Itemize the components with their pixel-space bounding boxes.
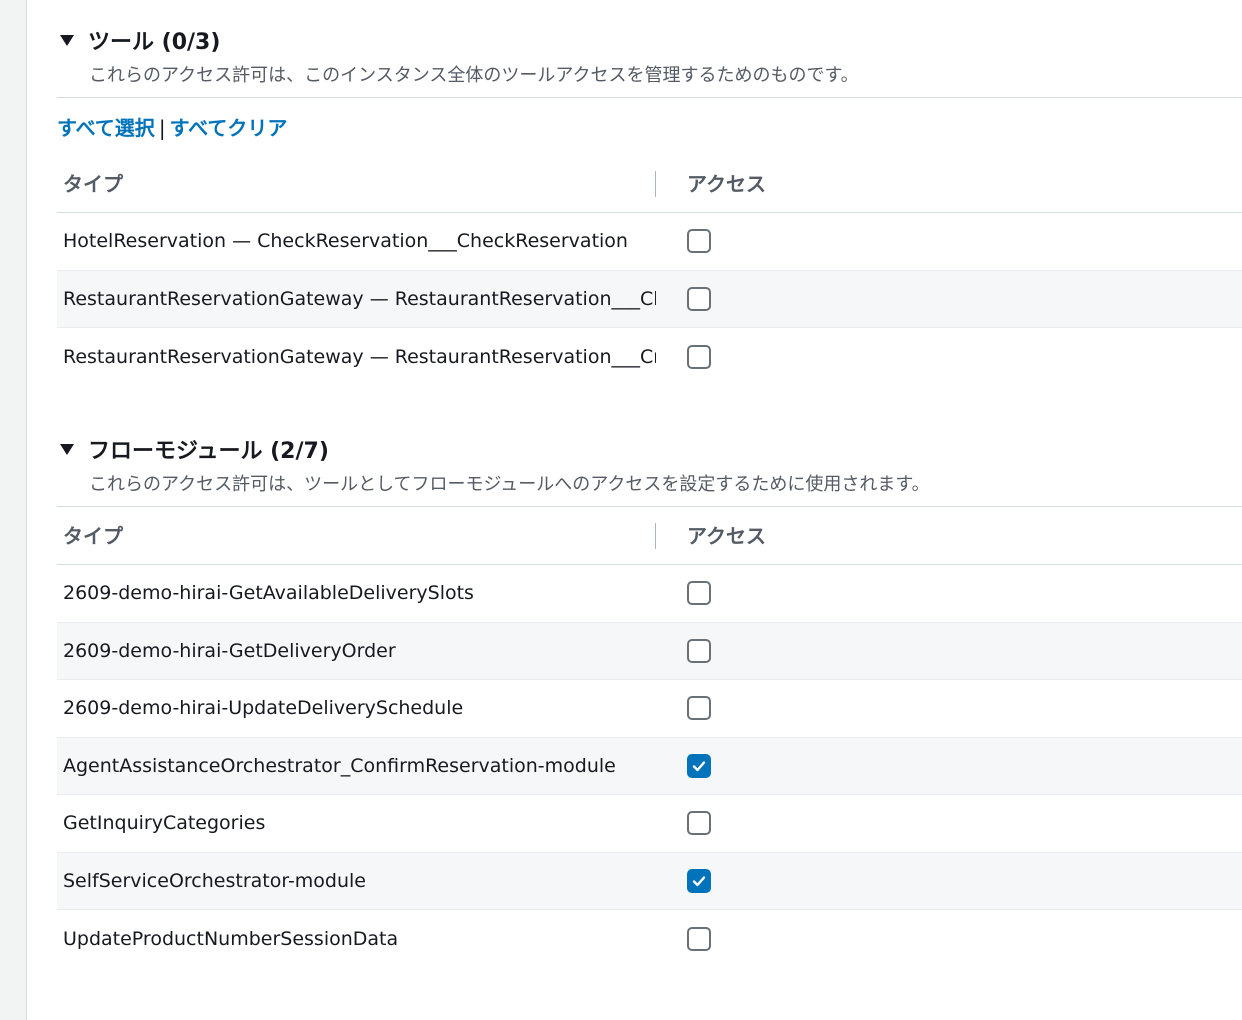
column-header-type: タイプ (57, 170, 656, 197)
flow-rows: 2609-demo-hirai-GetAvailableDeliverySlot… (57, 565, 1242, 968)
divider (57, 97, 1242, 98)
select-links: すべて選択 | すべてクリア (57, 112, 1242, 141)
tools-table: タイプ アクセス HotelReservation — CheckReserva… (57, 155, 1242, 386)
row-type-name: RestaurantReservationGateway — Restauran… (63, 345, 656, 368)
access-checkbox[interactable] (687, 926, 711, 951)
row-type-name: UpdateProductNumberSessionData (63, 927, 399, 950)
row-type-name: HotelReservation — CheckReservation___Ch… (63, 230, 628, 253)
flow-section: フローモジュール (2/7) これらのアクセス許可は、ツールとしてフローモジュー… (57, 433, 1242, 968)
access-checkbox[interactable] (687, 753, 711, 778)
column-header-access: アクセス (687, 523, 766, 548)
access-checkbox[interactable] (687, 811, 711, 836)
access-checkbox[interactable] (687, 868, 711, 893)
tools-section-header[interactable]: ツール (0/3) (57, 24, 1242, 56)
access-checkbox[interactable] (687, 638, 711, 663)
table-row: 2609-demo-hirai-GetDeliveryOrder (57, 622, 1242, 680)
flow-section-header[interactable]: フローモジュール (2/7) (57, 433, 1242, 465)
row-type-name: AgentAssistanceOrchestrator_ConfirmReser… (63, 754, 616, 777)
tools-section-description: これらのアクセス許可は、このインスタンス全体のツールアクセスを管理するためのもの… (89, 65, 859, 86)
left-gutter (0, 0, 27, 1020)
row-access-cell (656, 286, 711, 311)
access-checkbox[interactable] (687, 286, 711, 311)
clear-all-link[interactable]: すべてクリア (170, 116, 288, 140)
row-access-cell (656, 868, 711, 893)
column-header-access: アクセス (687, 171, 766, 196)
caret-down-icon[interactable] (60, 34, 74, 46)
table-row: AgentAssistanceOrchestrator_ConfirmReser… (57, 737, 1242, 795)
check-icon (692, 876, 706, 886)
row-type-name: GetInquiryCategories (63, 812, 266, 835)
row-type-name: SelfServiceOrchestrator-module (63, 869, 366, 892)
row-access-cell (656, 696, 711, 721)
row-access-cell (656, 926, 711, 951)
caret-down-icon[interactable] (60, 443, 74, 455)
select-all-link[interactable]: すべて選択 (57, 116, 155, 140)
row-type-name: 2609-demo-hirai-UpdateDeliverySchedule (63, 697, 464, 720)
row-type-name: 2609-demo-hirai-GetDeliveryOrder (63, 639, 396, 662)
table-row: 2609-demo-hirai-GetAvailableDeliverySlot… (57, 565, 1242, 623)
access-checkbox[interactable] (687, 696, 711, 721)
flow-table: タイプ アクセス 2609-demo-hirai-GetAvailableDel… (57, 507, 1242, 968)
row-access-cell (656, 229, 711, 254)
table-header: タイプ アクセス (57, 155, 1242, 213)
row-access-cell (656, 753, 711, 778)
row-access-cell (656, 811, 711, 836)
row-access-cell (656, 581, 711, 606)
access-checkbox[interactable] (687, 229, 711, 254)
row-type-name: RestaurantReservationGateway — Restauran… (63, 287, 656, 310)
access-checkbox[interactable] (687, 344, 711, 369)
tools-rows: HotelReservation — CheckReservation___Ch… (57, 213, 1242, 386)
table-row: 2609-demo-hirai-UpdateDeliverySchedule (57, 680, 1242, 738)
table-row: SelfServiceOrchestrator-module (57, 852, 1242, 910)
check-icon (692, 761, 706, 771)
link-separator: | (158, 116, 166, 140)
row-access-cell (656, 344, 711, 369)
table-row: RestaurantReservationGateway — Restauran… (57, 328, 1242, 386)
table-row: UpdateProductNumberSessionData (57, 910, 1242, 968)
row-access-cell (656, 638, 711, 663)
tools-section: ツール (0/3) これらのアクセス許可は、このインスタンス全体のツールアクセス… (57, 24, 1242, 386)
access-checkbox[interactable] (687, 581, 711, 606)
table-row: HotelReservation — CheckReservation___Ch… (57, 213, 1242, 271)
table-row: GetInquiryCategories (57, 795, 1242, 853)
table-header: タイプ アクセス (57, 507, 1242, 565)
column-header-type: タイプ (57, 522, 656, 549)
tools-section-title: ツール (0/3) (88, 30, 221, 55)
table-row: RestaurantReservationGateway — Restauran… (57, 270, 1242, 328)
flow-section-title: フローモジュール (2/7) (88, 439, 329, 464)
flow-section-description: これらのアクセス許可は、ツールとしてフローモジュールへのアクセスを設定するために… (89, 474, 930, 495)
row-type-name: 2609-demo-hirai-GetAvailableDeliverySlot… (63, 582, 474, 605)
